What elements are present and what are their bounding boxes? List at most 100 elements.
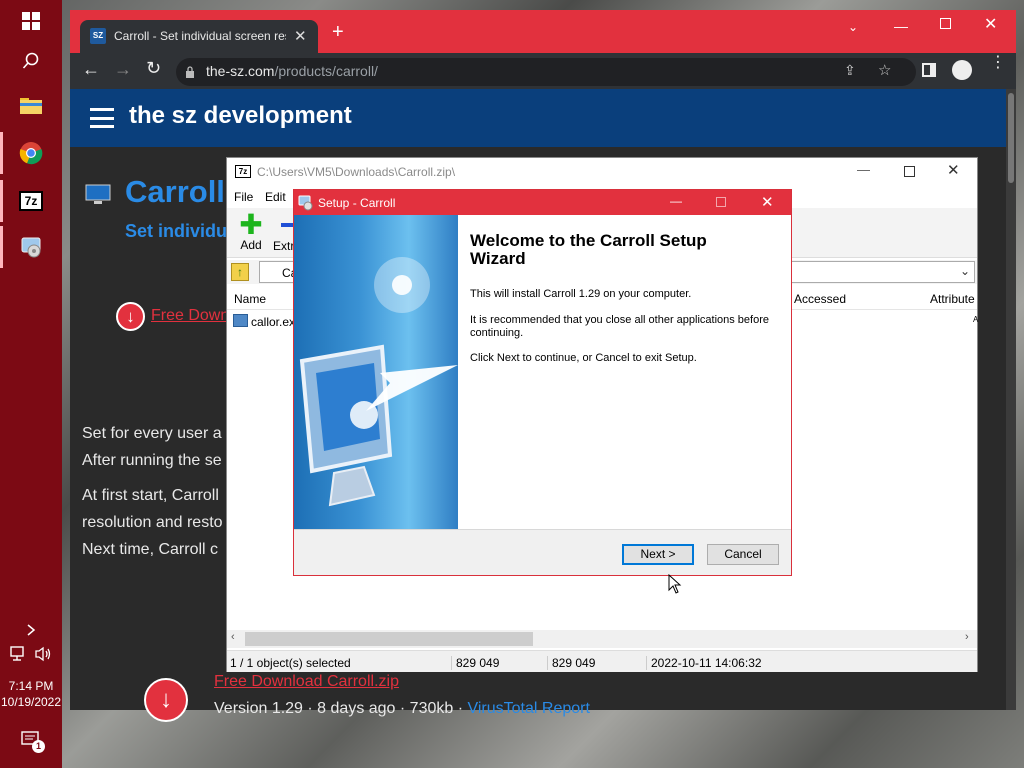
setup-button[interactable] — [0, 226, 62, 268]
setup-heading-line1: Welcome to the Carroll Setup — [470, 231, 707, 250]
column-accessed[interactable]: Accessed — [794, 292, 846, 306]
download-circle-icon[interactable]: ↓ — [116, 302, 145, 331]
7zip-statusbar: 1 / 1 object(s) selected 829 049 829 049… — [227, 650, 977, 672]
setup-content: Welcome to the Carroll Setup Wizard This… — [458, 215, 791, 529]
7zip-titlebar[interactable]: 7z C:\Users\VM5\Downloads\Carroll.zip\ —… — [227, 158, 977, 186]
status-date: 2022-10-11 14:06:32 — [646, 656, 762, 670]
tab-search-icon[interactable]: ⌄ — [848, 20, 858, 34]
action-center-button[interactable]: 1 — [0, 720, 62, 760]
page-scrollbar[interactable] — [1006, 89, 1016, 710]
7zip-icon: 7z — [19, 191, 43, 211]
mouse-cursor-icon — [668, 574, 682, 594]
search-button[interactable] — [0, 40, 62, 82]
volume-icon[interactable] — [34, 646, 52, 662]
monitor-icon — [85, 184, 111, 204]
version-info: Version 1.29 · 8 days ago · 730kb · Viru… — [214, 700, 590, 718]
tab-close-icon[interactable]: ✕ — [294, 27, 307, 45]
description-line: resolution and resto — [82, 514, 223, 531]
clock[interactable]: 7:14 PM 10/19/2022 — [0, 678, 62, 710]
next-button[interactable]: Next > — [622, 544, 694, 565]
setup-title-icon — [298, 195, 313, 211]
setup-heading: Welcome to the Carroll Setup Wizard — [470, 232, 707, 268]
setup-title-text: Setup - Carroll — [318, 196, 396, 210]
scroll-thumb[interactable] — [245, 632, 533, 646]
setup-maximize-icon — [716, 197, 726, 207]
file-name: callor.ex — [251, 315, 296, 329]
status-size: 829 049 — [451, 656, 499, 670]
setup-heading-line2: Wizard — [470, 249, 526, 268]
site-title[interactable]: the sz development — [129, 102, 352, 130]
7zip-title-text: C:\Users\VM5\Downloads\Carroll.zip\ — [257, 165, 456, 179]
exe-file-icon — [233, 314, 248, 327]
back-icon[interactable]: ← — [82, 59, 100, 80]
windows-icon — [22, 12, 40, 30]
menu-edit[interactable]: Edit — [265, 190, 286, 204]
column-attributes[interactable]: Attribute — [930, 292, 975, 306]
address-dropdown-icon[interactable]: ⌄ — [960, 264, 970, 278]
menu-dots-icon[interactable]: ⋮ — [990, 55, 1006, 71]
site-header: the sz development — [70, 89, 1006, 147]
version-text: Version 1.29 · 8 days ago · 730kb · — [214, 700, 468, 717]
file-explorer-button[interactable] — [0, 84, 62, 126]
url-path: /products/carroll/ — [274, 63, 378, 79]
maximize-icon[interactable] — [940, 18, 951, 29]
download-link-bottom[interactable]: Free Download Carroll.zip — [214, 673, 399, 691]
search-icon — [22, 52, 39, 69]
reload-icon[interactable]: ↻ — [146, 58, 161, 79]
description-line: Next time, Carroll c — [82, 541, 219, 558]
tray-icons — [0, 634, 62, 674]
download-circle-icon-large[interactable]: ↓ — [144, 678, 188, 722]
7zip-button[interactable]: 7z — [0, 180, 62, 222]
setup-text-recommend: It is recommended that you close all oth… — [470, 314, 769, 339]
7zip-horizontal-scrollbar[interactable]: ‹ › — [227, 630, 977, 648]
setup-titlebar[interactable]: Setup - Carroll — ✕ — [294, 190, 791, 215]
chrome-icon — [19, 142, 43, 165]
tab-strip: SZ Carroll - Set individual screen res ✕… — [70, 10, 1016, 53]
url-domain: the-sz.com — [206, 63, 275, 79]
download-link-top[interactable]: Free Down — [151, 307, 229, 325]
network-icon[interactable] — [10, 646, 28, 662]
up-folder-icon[interactable]: ↑ — [231, 263, 249, 281]
setup-close-icon[interactable]: ✕ — [761, 193, 774, 211]
minimize-icon[interactable]: — — [894, 18, 908, 34]
bookmark-star-icon[interactable]: ☆ — [878, 61, 891, 79]
forward-icon[interactable]: → — [114, 59, 132, 80]
setup-dialog: Setup - Carroll — ✕ Welcome to the Carro… — [293, 189, 792, 576]
lock-icon — [186, 66, 194, 78]
setup-minimize-icon[interactable]: — — [670, 194, 682, 208]
7zip-minimize-icon[interactable]: — — [857, 162, 870, 177]
status-packed: 829 049 — [547, 656, 595, 670]
hamburger-menu-icon[interactable] — [90, 108, 114, 128]
scroll-right-icon[interactable]: › — [965, 631, 969, 643]
close-icon[interactable]: ✕ — [984, 14, 997, 34]
virustotal-link[interactable]: VirusTotal Report — [467, 700, 589, 717]
chrome-button[interactable] — [0, 132, 62, 174]
7zip-title-icon: 7z — [235, 165, 251, 178]
column-name[interactable]: Name — [234, 292, 266, 306]
profile-icon[interactable] — [952, 60, 972, 80]
description-line: Set for every user a — [82, 425, 222, 442]
side-panel-icon[interactable] — [922, 63, 936, 77]
site-favicon: SZ — [90, 28, 106, 44]
share-icon[interactable]: ⇪ — [844, 62, 856, 79]
7zip-close-icon[interactable]: ✕ — [947, 161, 960, 179]
add-button[interactable]: ✚ Add — [233, 211, 269, 256]
cancel-button[interactable]: Cancel — [707, 544, 779, 565]
clock-time: 7:14 PM — [8, 679, 54, 693]
product-heading: Carroll — [125, 174, 225, 209]
scroll-left-icon[interactable]: ‹ — [231, 631, 235, 643]
start-button[interactable] — [0, 0, 62, 42]
menu-file[interactable]: File — [234, 190, 253, 204]
new-tab-icon[interactable]: + — [332, 22, 344, 42]
status-selected: 1 / 1 object(s) selected — [230, 656, 351, 670]
folder-icon — [20, 98, 42, 114]
browser-tab[interactable]: SZ Carroll - Set individual screen res ✕ — [80, 20, 318, 53]
tab-title: Carroll - Set individual screen res — [114, 29, 286, 43]
address-bar[interactable]: the-sz.com/products/carroll/ ⇪ ☆ — [176, 58, 916, 86]
description-line: After running the se — [82, 452, 222, 469]
setup-text-continue: Click Next to continue, or Cancel to exi… — [470, 352, 697, 364]
7zip-maximize-icon[interactable] — [904, 166, 915, 177]
browser-toolbar: ← → ↻ the-sz.com/products/carroll/ ⇪ ☆ ⋮ — [70, 53, 1016, 89]
product-subheading: Set individu — [125, 221, 228, 241]
add-label: Add — [240, 238, 262, 252]
